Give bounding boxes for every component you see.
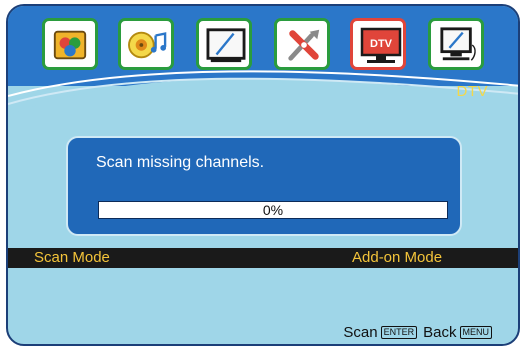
setup-menu-button[interactable] <box>274 18 330 70</box>
enter-key-badge: ENTER <box>380 326 418 339</box>
audio-menu-button[interactable] <box>118 18 174 70</box>
scan-panel: Scan missing channels. 0% <box>66 136 462 236</box>
scan-progress-bar: 0% <box>98 201 448 219</box>
scan-mode-label: Scan Mode <box>34 249 110 266</box>
scan-mode-value[interactable]: Add-on Mode <box>352 249 442 266</box>
section-title: DTV <box>456 83 488 100</box>
picture-icon <box>53 30 87 60</box>
dtv-menu-button[interactable]: DTV <box>350 18 406 70</box>
back-hint-label: Back <box>423 324 457 341</box>
dtv-icon-text: DTV <box>370 38 393 50</box>
dtv-icon: DTV <box>360 27 402 63</box>
osd-window: DTV DTV Scan missing channels. 0% Scan M… <box>6 4 520 346</box>
audio-icon <box>128 31 167 59</box>
menu-key-badge: MENU <box>459 326 492 339</box>
scan-mode-row[interactable]: Scan Mode Add-on Mode <box>8 248 518 268</box>
tv-menu-button[interactable] <box>196 18 252 70</box>
picture-menu-button[interactable] <box>42 18 98 70</box>
pc-menu-button[interactable] <box>428 18 484 70</box>
key-hints: Scan ENTER Back MENU <box>343 324 498 341</box>
tools-icon <box>288 29 320 61</box>
scan-progress-text: 0% <box>262 202 284 218</box>
menu-icon-row: DTV <box>8 18 518 74</box>
tv-osd-screen: DTV DTV Scan missing channels. 0% Scan M… <box>0 0 526 350</box>
scan-message: Scan missing channels. <box>96 154 265 171</box>
tv-icon <box>206 28 246 63</box>
scan-hint-label: Scan <box>343 324 378 341</box>
pc-monitor-icon <box>440 27 476 61</box>
